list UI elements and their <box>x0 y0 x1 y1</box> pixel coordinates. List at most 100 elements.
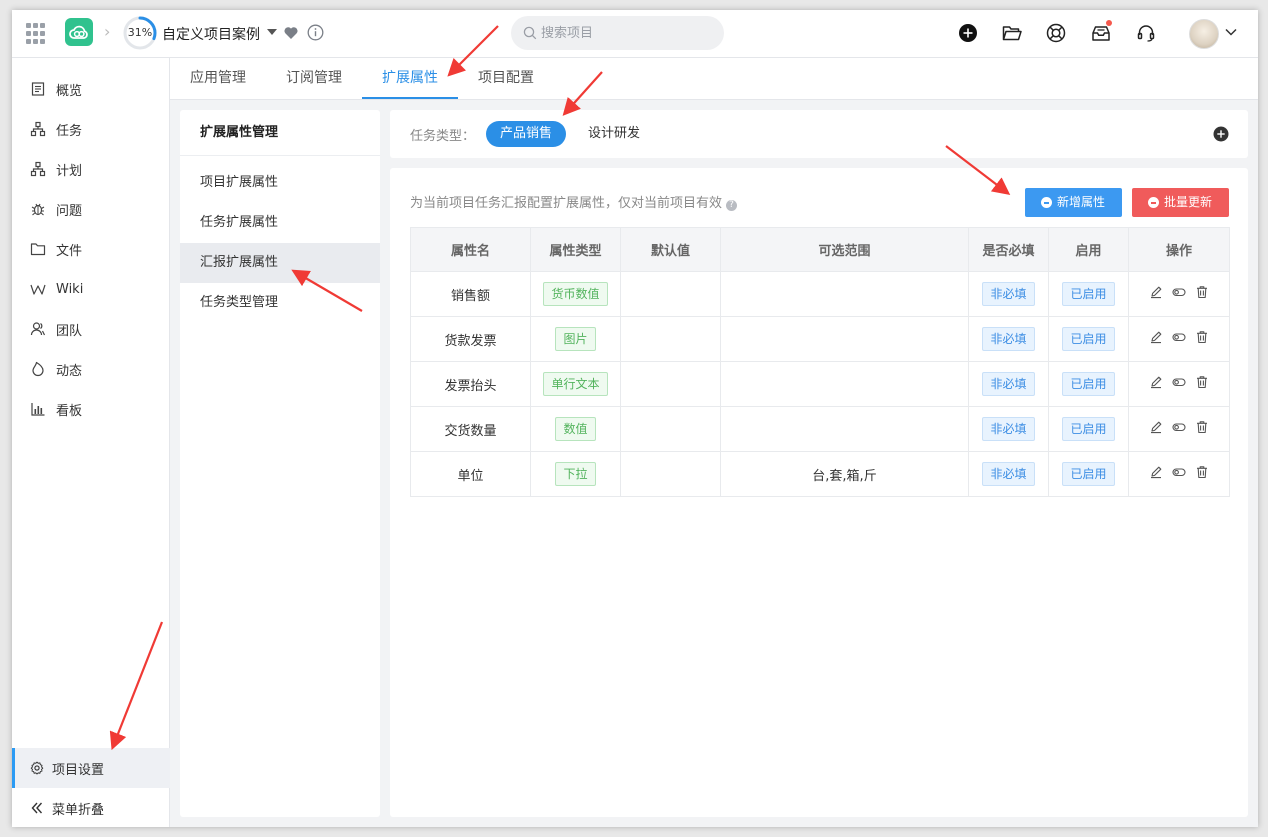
sidebar-item-wiki[interactable]: Wiki <box>12 269 170 309</box>
toggle-icon[interactable] <box>1172 330 1186 344</box>
task-type-design-rd[interactable]: 设计研发 <box>586 121 642 147</box>
toggle-icon[interactable] <box>1172 465 1186 479</box>
sidebar-item-file[interactable]: 文件 <box>12 229 170 269</box>
trash-icon[interactable] <box>1195 285 1209 299</box>
add-circle-icon[interactable] <box>957 22 979 44</box>
attribute-type-cell: 下拉 <box>530 451 621 497</box>
attribute-type-cell: 单行文本 <box>530 361 621 407</box>
sidebar-item-activity[interactable]: 动态 <box>12 349 170 389</box>
wiki-icon <box>30 284 46 295</box>
task-type-product-sales[interactable]: 产品销售 <box>486 121 567 147</box>
add-attribute-button[interactable]: 新增属性 <box>1025 188 1122 217</box>
actions-cell <box>1128 316 1230 362</box>
column-header: 属性类型 <box>530 227 621 272</box>
default-value <box>620 406 721 452</box>
enabled-tag: 已启用 <box>1062 282 1115 306</box>
tab-app-management[interactable]: 应用管理 <box>180 58 256 99</box>
option-range <box>720 406 969 452</box>
submenu-item-report-attributes[interactable]: 汇报扩展属性 <box>180 243 380 283</box>
headset-support-icon[interactable] <box>1135 22 1157 44</box>
apps-grid-icon[interactable] <box>26 23 48 45</box>
edit-pencil-icon[interactable] <box>1149 330 1163 344</box>
trash-icon[interactable] <box>1195 375 1209 389</box>
trash-icon[interactable] <box>1195 420 1209 434</box>
edit-pencil-icon[interactable] <box>1149 465 1163 479</box>
tab-project-config[interactable]: 项目配置 <box>468 58 544 99</box>
required-cell: 非必填 <box>968 406 1049 452</box>
attribute-name: 发票抬头 <box>410 361 531 407</box>
user-avatar[interactable] <box>1189 19 1219 49</box>
sidebar-item-overview[interactable]: 概览 <box>12 69 170 109</box>
attribute-type-tag: 货币数值 <box>543 282 608 306</box>
project-title[interactable]: 自定义项目案例 <box>162 24 260 44</box>
table-row: 发票抬头 单行文本 非必填 已启用 <box>410 361 1230 407</box>
search-icon <box>523 26 537 40</box>
attribute-type-cell: 数值 <box>530 406 621 452</box>
required-cell: 非必填 <box>968 271 1049 317</box>
lifebuoy-help-icon[interactable] <box>1045 22 1067 44</box>
toggle-icon[interactable] <box>1172 375 1186 389</box>
attribute-type-tag: 数值 <box>555 417 596 441</box>
settings-tabs: 应用管理 订阅管理 扩展属性 项目配置 <box>170 58 1258 100</box>
folder-open-icon[interactable] <box>1001 22 1023 44</box>
actions-cell <box>1128 451 1230 497</box>
tab-extended-attributes[interactable]: 扩展属性 <box>362 58 458 99</box>
add-task-type-icon[interactable] <box>1213 126 1229 142</box>
required-cell: 非必填 <box>968 316 1049 362</box>
collapse-label: 菜单折叠 <box>52 802 105 818</box>
batch-update-button[interactable]: 批量更新 <box>1132 188 1229 217</box>
attribute-name: 单位 <box>410 451 531 497</box>
heart-icon[interactable] <box>283 25 299 41</box>
trash-icon[interactable] <box>1195 330 1209 344</box>
minus-circle-icon <box>1148 197 1159 208</box>
enabled-cell: 已启用 <box>1048 361 1129 407</box>
enabled-cell: 已启用 <box>1048 406 1129 452</box>
project-settings-label: 项目设置 <box>52 762 105 778</box>
breadcrumb-chevron-icon: › <box>104 22 111 41</box>
edit-pencil-icon[interactable] <box>1149 285 1163 299</box>
search-input[interactable] <box>541 16 711 50</box>
sidebar-item-team[interactable]: 团队 <box>12 309 170 349</box>
toggle-icon[interactable] <box>1172 285 1186 299</box>
edit-pencil-icon[interactable] <box>1149 420 1163 434</box>
sidebar-item-task[interactable]: 任务 <box>12 109 170 149</box>
info-icon[interactable] <box>307 24 324 41</box>
default-value <box>620 271 721 317</box>
attribute-type-tag: 图片 <box>555 327 596 351</box>
cloud-logo-icon[interactable] <box>65 18 93 46</box>
required-cell: 非必填 <box>968 451 1049 497</box>
help-question-icon[interactable]: ? <box>726 200 738 211</box>
sidebar-item-label: 团队 <box>56 323 83 339</box>
enabled-cell: 已启用 <box>1048 451 1129 497</box>
required-tag: 非必填 <box>982 282 1035 306</box>
attribute-name: 交货数量 <box>410 406 531 452</box>
option-range <box>720 361 969 407</box>
attribute-type-cell: 货币数值 <box>530 271 621 317</box>
toggle-icon[interactable] <box>1172 420 1186 434</box>
edit-pencil-icon[interactable] <box>1149 375 1163 389</box>
chevron-down-icon[interactable] <box>1225 28 1237 36</box>
search-box[interactable] <box>511 16 724 50</box>
sidebar-item-issue[interactable]: 问题 <box>12 189 170 229</box>
sidebar-item-project-settings[interactable]: 项目设置 <box>12 748 170 788</box>
submenu-item-project-attributes[interactable]: 项目扩展属性 <box>180 163 380 203</box>
folder-icon <box>30 243 46 256</box>
tab-subscription-management[interactable]: 订阅管理 <box>276 58 352 99</box>
submenu-item-task-attributes[interactable]: 任务扩展属性 <box>180 203 380 243</box>
default-value <box>620 316 721 362</box>
submenu-item-task-type-management[interactable]: 任务类型管理 <box>180 283 380 323</box>
sidebar-item-label: Wiki <box>56 281 84 297</box>
sidebar-collapse-button[interactable]: 菜单折叠 <box>12 788 170 827</box>
enabled-tag: 已启用 <box>1062 327 1115 351</box>
sidebar-item-board[interactable]: 看板 <box>12 389 170 429</box>
option-range <box>720 316 969 362</box>
sidebar-item-plan[interactable]: 计划 <box>12 149 170 189</box>
attributes-panel: 为当前项目任务汇报配置扩展属性，仅对当前项目有效? 新增属性 批量更新 属性名 … <box>390 168 1248 817</box>
trash-icon[interactable] <box>1195 465 1209 479</box>
attribute-name: 货款发票 <box>410 316 531 362</box>
attribute-type-cell: 图片 <box>530 316 621 362</box>
task-icon <box>30 121 46 137</box>
board-icon <box>31 403 45 416</box>
project-dropdown-caret-icon[interactable] <box>267 29 277 35</box>
enabled-tag: 已启用 <box>1062 462 1115 486</box>
